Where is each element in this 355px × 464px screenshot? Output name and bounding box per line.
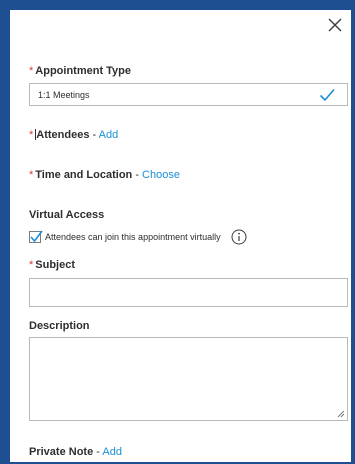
description-label: Description xyxy=(29,320,90,332)
virtual-access-label: Virtual Access xyxy=(29,209,105,221)
private-note-row: Private Note - Add xyxy=(29,446,122,458)
attendees-separator: - xyxy=(89,129,99,141)
description-textarea[interactable] xyxy=(29,337,348,421)
appointment-type-label: * Appointment Type xyxy=(29,65,131,77)
subject-label-text: Subject xyxy=(35,259,76,271)
private-note-separator: - xyxy=(93,446,103,458)
subject-input[interactable] xyxy=(29,278,348,307)
time-location-row: * Time and Location - Choose xyxy=(29,169,180,181)
virtual-access-checkbox-label: Attendees can join this appointment virt… xyxy=(45,232,221,242)
private-note-add-link[interactable]: Add xyxy=(102,446,122,458)
attendees-label: Attendees xyxy=(36,129,90,141)
private-note-label: Private Note xyxy=(29,446,94,458)
subject-label: * Subject xyxy=(29,259,75,271)
appointment-type-value: 1:1 Meetings xyxy=(38,90,90,100)
time-location-label: Time and Location xyxy=(35,169,133,181)
virtual-access-checkbox[interactable] xyxy=(29,230,43,243)
virtual-access-option: Attendees can join this appointment virt… xyxy=(29,229,247,245)
time-location-choose-link[interactable]: Choose xyxy=(142,169,180,181)
close-icon[interactable] xyxy=(326,16,344,34)
required-marker: * xyxy=(29,129,34,141)
info-icon[interactable] xyxy=(231,229,247,245)
required-marker: * xyxy=(29,65,34,77)
checkmark-icon xyxy=(319,88,335,102)
required-marker: * xyxy=(29,259,34,271)
appointment-type-select[interactable]: 1:1 Meetings xyxy=(29,83,348,106)
checkmark-icon xyxy=(30,230,43,243)
resize-handle-icon[interactable] xyxy=(337,410,345,418)
required-marker: * xyxy=(29,169,34,181)
appointment-type-label-text: Appointment Type xyxy=(35,65,132,77)
attendees-add-link[interactable]: Add xyxy=(99,129,119,141)
attendees-row: * Attendees - Add xyxy=(29,129,118,141)
time-location-separator: - xyxy=(132,169,143,181)
